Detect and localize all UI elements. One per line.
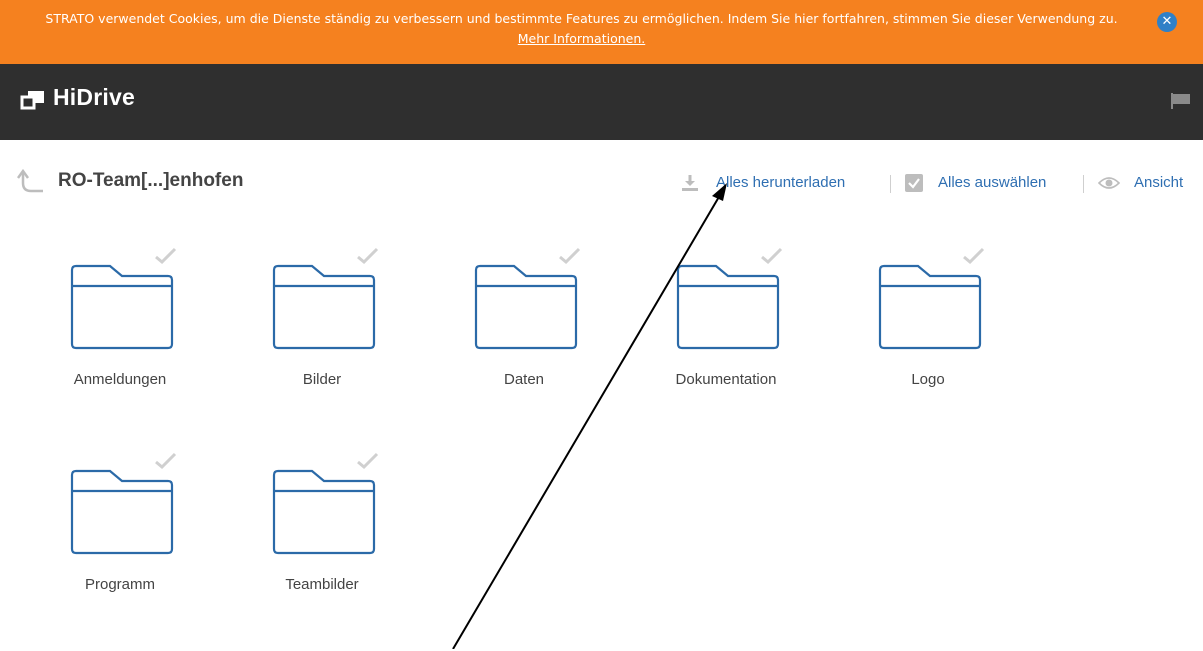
divider — [890, 175, 891, 193]
view-link[interactable]: Ansicht — [1134, 174, 1183, 191]
folder-name[interactable]: Bilder — [222, 371, 422, 388]
folder-icon[interactable] — [70, 469, 174, 557]
folder-name[interactable]: Dokumentation — [626, 371, 826, 388]
folder-tile[interactable]: Teambilder — [222, 451, 422, 651]
download-icon[interactable] — [680, 173, 700, 193]
folder-icon[interactable] — [474, 264, 578, 352]
divider — [1083, 175, 1084, 193]
check-icon[interactable] — [557, 246, 583, 266]
eye-icon[interactable] — [1098, 176, 1120, 190]
folder-name[interactable]: Programm — [20, 576, 220, 593]
cookie-banner: STRATO verwendet Cookies, um die Dienste… — [0, 0, 1203, 64]
folder-icon[interactable] — [70, 264, 174, 352]
check-icon[interactable] — [759, 246, 785, 266]
folder-icon[interactable] — [676, 264, 780, 352]
folder-tile[interactable]: Daten — [424, 246, 624, 446]
folder-name[interactable]: Logo — [828, 371, 1028, 388]
select-all-link[interactable]: Alles auswählen — [938, 174, 1046, 191]
folder-tile[interactable]: Anmeldungen — [20, 246, 220, 446]
checkbox-icon[interactable] — [905, 174, 923, 192]
cookie-text: STRATO verwendet Cookies, um die Dienste… — [45, 11, 1118, 26]
folder-icon[interactable] — [272, 264, 376, 352]
folder-tile[interactable]: Bilder — [222, 246, 422, 446]
folder-name[interactable]: Anmeldungen — [20, 371, 220, 388]
flag-icon[interactable] — [1170, 92, 1192, 110]
folder-icon[interactable] — [878, 264, 982, 352]
app-title[interactable]: HiDrive — [53, 84, 135, 111]
app-header — [0, 64, 1203, 140]
check-icon[interactable] — [153, 451, 179, 471]
download-all-link[interactable]: Alles herunterladen — [716, 174, 845, 191]
check-icon[interactable] — [355, 246, 381, 266]
up-arrow-icon[interactable] — [17, 167, 47, 195]
check-icon[interactable] — [153, 246, 179, 266]
check-icon[interactable] — [355, 451, 381, 471]
folder-tile[interactable]: Programm — [20, 451, 220, 651]
folder-tile[interactable]: Dokumentation — [626, 246, 826, 446]
check-icon[interactable] — [961, 246, 987, 266]
folder-name[interactable]: Teambilder — [222, 576, 422, 593]
folder-tile[interactable]: Logo — [828, 246, 1028, 446]
folder-name[interactable]: Daten — [424, 371, 624, 388]
hidrive-logo-icon — [20, 91, 44, 110]
folder-icon[interactable] — [272, 469, 376, 557]
cookie-more-info-link[interactable]: Mehr Informationen. — [518, 31, 645, 46]
close-icon[interactable]: ✕ — [1157, 12, 1177, 32]
current-folder-title: RO-Team[...]enhofen — [58, 170, 244, 191]
